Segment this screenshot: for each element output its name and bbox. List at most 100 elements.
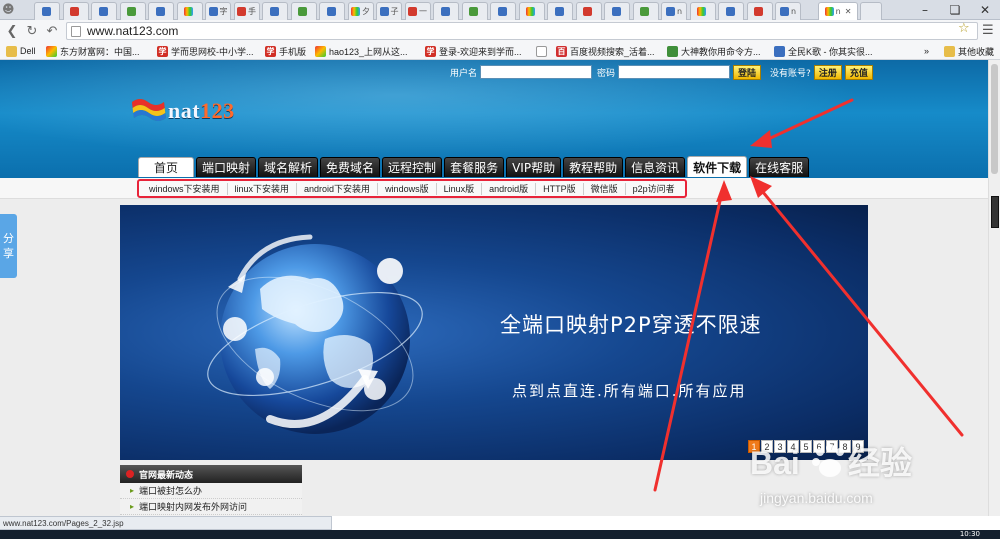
browser-tab[interactable] bbox=[148, 2, 174, 20]
back-button[interactable]: ❮ bbox=[4, 23, 20, 39]
browser-tab[interactable] bbox=[290, 2, 317, 20]
password-input[interactable] bbox=[618, 65, 731, 79]
profile-avatar-icon[interactable]: ☻ bbox=[2, 2, 30, 18]
recharge-button[interactable]: 充值 bbox=[844, 64, 873, 80]
nav-tab-tutorial[interactable]: 教程帮助 bbox=[563, 157, 624, 177]
browser-tab[interactable] bbox=[518, 2, 545, 20]
sub-nav-item[interactable]: HTTP版 bbox=[536, 182, 584, 195]
sub-nav-item[interactable]: windows下安装用 bbox=[142, 182, 228, 195]
tab-favicon-icon bbox=[155, 7, 165, 16]
news-panel: 官网最新动态 端口被封怎么办 端口映射内网发布外网访问 bbox=[120, 465, 302, 516]
tab-favicon-icon bbox=[554, 7, 564, 16]
reload-button[interactable]: ↻ bbox=[24, 23, 40, 39]
browser-tab[interactable] bbox=[262, 2, 288, 20]
site-header: 用户名 密码 登陆 没有账号? 注册 充值 nat123 首页 端口映射 域名解析免… bbox=[0, 60, 988, 178]
news-item[interactable]: 端口被封怎么办 bbox=[120, 483, 302, 499]
site-logo[interactable]: nat123 bbox=[130, 94, 260, 128]
browser-tab[interactable]: n bbox=[661, 2, 687, 20]
browser-tab[interactable] bbox=[433, 2, 459, 20]
sub-nav-item[interactable]: android下安装用 bbox=[297, 182, 379, 195]
url-text: www.nat123.com bbox=[87, 24, 179, 38]
address-bar[interactable]: www.nat123.com bbox=[66, 22, 978, 40]
watermark-url: jingyan.baidu.com bbox=[760, 490, 873, 506]
sub-nav-item[interactable]: p2p访问者 bbox=[626, 183, 682, 195]
browser-menu-icon[interactable]: ☰ bbox=[982, 23, 994, 38]
sub-nav-item[interactable]: 微信版 bbox=[584, 182, 626, 195]
bookmark-item[interactable] bbox=[536, 44, 550, 58]
news-item[interactable]: 端口映射内网发布外网访问 bbox=[120, 499, 302, 515]
home-button[interactable]: ↶ bbox=[44, 23, 60, 39]
browser-tab[interactable]: n bbox=[775, 2, 801, 20]
nav-tab-free-domain[interactable]: 免费域名 bbox=[320, 157, 381, 177]
hero-banner[interactable]: 全端口映射P2P穿透不限速 点到点直连.所有端口.所有应用 123456789 bbox=[120, 205, 868, 460]
nav-tab-vip-help[interactable]: VIP帮助 bbox=[506, 157, 562, 177]
browser-tab[interactable] bbox=[689, 2, 716, 20]
browser-tab[interactable]: 手 bbox=[233, 2, 260, 20]
browser-tab[interactable] bbox=[718, 2, 744, 20]
baidu-icon: 百 bbox=[556, 45, 567, 57]
browser-tab[interactable] bbox=[176, 2, 203, 20]
bookmark-item[interactable]: hao123_上网从这... bbox=[315, 44, 408, 58]
minimize-window-button[interactable]: – bbox=[910, 0, 940, 20]
browser-tab[interactable]: 一 bbox=[404, 2, 431, 20]
tab-favicon-icon bbox=[184, 7, 193, 16]
bookmark-item[interactable]: 百百度视频搜索_活着... bbox=[556, 44, 655, 58]
browser-tab[interactable] bbox=[746, 2, 773, 20]
sub-nav-item[interactable]: linux下安装用 bbox=[228, 182, 298, 195]
sub-nav-item[interactable]: android版 bbox=[482, 182, 537, 195]
nav-tab-home[interactable]: 首页 bbox=[138, 157, 194, 177]
new-tab-button[interactable] bbox=[860, 2, 882, 20]
tab-favicon-icon bbox=[70, 7, 79, 16]
tab-favicon-icon bbox=[665, 7, 675, 16]
browser-tab[interactable] bbox=[461, 2, 488, 20]
tab-favicon-icon bbox=[824, 7, 834, 16]
nav-tab-port-mapping[interactable]: 端口映射 bbox=[196, 157, 257, 177]
bookmark-item[interactable]: Dell bbox=[6, 44, 36, 58]
tab-favicon-icon bbox=[583, 7, 592, 16]
browser-tab[interactable]: 字 bbox=[205, 2, 231, 20]
browser-tab[interactable] bbox=[119, 2, 146, 20]
browser-tab[interactable]: 夕 bbox=[347, 2, 374, 20]
nav-tab-remote-control[interactable]: 远程控制 bbox=[382, 157, 443, 177]
bookmark-item[interactable]: 大神教你用命令方... bbox=[667, 44, 761, 58]
tab-favicon-icon bbox=[269, 7, 279, 16]
browser-tab[interactable] bbox=[547, 2, 573, 20]
browser-tab[interactable] bbox=[604, 2, 630, 20]
nav-tab-news[interactable]: 信息资讯 bbox=[625, 157, 686, 177]
sub-nav-item[interactable]: windows版 bbox=[378, 182, 437, 195]
bookmark-item[interactable]: 学手机版 bbox=[265, 44, 306, 58]
xue-icon: 学 bbox=[265, 45, 276, 57]
bookmark-item[interactable]: 全民K歌 - 你其实很... bbox=[774, 44, 873, 58]
blue-icon bbox=[774, 45, 785, 57]
scrollbar-thumb[interactable] bbox=[991, 64, 998, 174]
browser-tab[interactable] bbox=[91, 2, 117, 20]
page-scrollbar[interactable] bbox=[988, 60, 1000, 516]
nav-tab-packages[interactable]: 套餐服务 bbox=[444, 157, 505, 177]
browser-tab[interactable] bbox=[62, 2, 89, 20]
close-tab-icon[interactable]: ✕ bbox=[845, 7, 852, 16]
register-button[interactable]: 注册 bbox=[813, 64, 842, 80]
nav-tab-dns[interactable]: 域名解析 bbox=[258, 157, 319, 177]
browser-tab-active[interactable]: n ✕ bbox=[818, 2, 858, 20]
browser-tab[interactable] bbox=[490, 2, 516, 20]
username-input[interactable] bbox=[480, 65, 593, 79]
bookmark-item[interactable]: 东方财富网：中国... bbox=[46, 44, 140, 58]
bookmark-other-folder[interactable]: 其他收藏 bbox=[944, 44, 994, 58]
bookmark-item[interactable]: 学学而思网校-中小学... bbox=[157, 44, 254, 58]
browser-tab[interactable]: 子 bbox=[376, 2, 402, 20]
share-tab[interactable]: 分 享 bbox=[0, 214, 17, 278]
browser-tab[interactable] bbox=[319, 2, 345, 20]
browser-tab[interactable] bbox=[34, 2, 60, 20]
bookmark-star-icon[interactable]: ☆ bbox=[958, 21, 970, 36]
browser-tab[interactable] bbox=[575, 2, 602, 20]
maximize-window-button[interactable]: ❏ bbox=[940, 0, 970, 20]
nav-tab-software-download[interactable]: 软件下载 bbox=[687, 156, 748, 177]
sub-nav-item[interactable]: Linux版 bbox=[437, 182, 483, 195]
close-window-button[interactable]: ✕ bbox=[970, 0, 1000, 20]
browser-tab[interactable] bbox=[632, 2, 659, 20]
bookmark-item[interactable]: 学登录-欢迎来到学而... bbox=[425, 44, 522, 58]
bookmarks-overflow-button[interactable]: » bbox=[924, 44, 929, 58]
tab-favicon-icon bbox=[725, 7, 735, 16]
login-button[interactable]: 登陆 bbox=[733, 64, 762, 80]
nav-tab-online-service[interactable]: 在线客服 bbox=[749, 157, 810, 177]
